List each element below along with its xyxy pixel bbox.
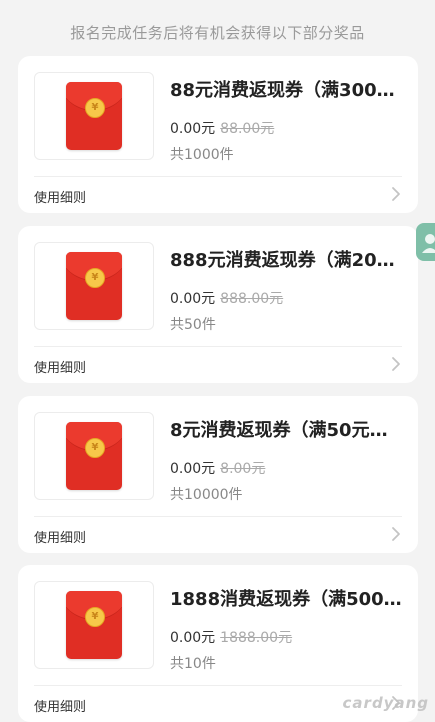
original-price: 88.00元	[220, 121, 275, 137]
prize-card: ¥ 88元消费返现券（满300元可用） 0.00元88.00元 共1000件 使…	[18, 56, 418, 213]
prize-title: 8元消费返现券（满50元可用）	[170, 420, 402, 441]
prize-count: 共10000件	[170, 487, 243, 503]
divider	[34, 346, 402, 347]
original-price: 888.00元	[220, 291, 284, 307]
usage-rules-link[interactable]: 使用细则	[34, 696, 86, 715]
red-packet-icon: ¥	[66, 591, 122, 659]
coin-icon: ¥	[85, 607, 105, 627]
divider	[34, 516, 402, 517]
current-price: 0.00元	[170, 121, 216, 137]
prize-card: ¥ 8元消费返现券（满50元可用） 0.00元 8.00元 共10000件 使用细…	[18, 396, 418, 553]
price-row: 0.00元 8.00元	[170, 458, 265, 478]
usage-rules-link[interactable]: 使用细则	[34, 187, 86, 206]
prize-count: 共50件	[170, 317, 216, 333]
original-price: 8.00元	[220, 461, 266, 477]
prize-count: 共10件	[170, 656, 216, 672]
watermark: cardyang	[342, 694, 429, 712]
red-packet-icon: ¥	[66, 252, 122, 320]
chevron-right-icon[interactable]	[388, 185, 404, 203]
prize-thumbnail: ¥	[34, 242, 154, 330]
current-price: 0.00元	[170, 291, 216, 307]
prize-title: 1888消费返现券（满5000元可用）	[170, 589, 402, 610]
current-price: 0.00元	[170, 630, 216, 646]
usage-rules-link[interactable]: 使用细则	[34, 357, 86, 376]
prize-title: 888元消费返现券（满2000元可用）	[170, 250, 402, 271]
assistant-icon	[422, 234, 435, 253]
divider	[34, 176, 402, 177]
usage-rules-link[interactable]: 使用细则	[34, 527, 86, 546]
prize-count: 共1000件	[170, 147, 234, 163]
prize-list-header: 报名完成任务后将有机会获得以下部分奖品	[70, 24, 365, 42]
coin-icon: ¥	[85, 438, 105, 458]
original-price: 1888.00元	[220, 630, 293, 646]
coin-icon: ¥	[85, 268, 105, 288]
divider	[34, 685, 402, 686]
price-row: 0.00元 88.00元	[170, 118, 274, 138]
floating-side-tab[interactable]	[416, 223, 435, 261]
prize-thumbnail: ¥	[34, 412, 154, 500]
chevron-right-icon[interactable]	[388, 525, 404, 543]
coin-icon: ¥	[85, 98, 105, 118]
price-row: 0.00元 888.00元	[170, 288, 283, 308]
red-packet-icon: ¥	[66, 82, 122, 150]
price-row: 0.00元 1888.00元	[170, 627, 292, 647]
prize-title: 88元消费返现券（满300元可用）	[170, 80, 402, 101]
prize-thumbnail: ¥	[34, 581, 154, 669]
prize-thumbnail: ¥	[34, 72, 154, 160]
current-price: 0.00元	[170, 461, 216, 477]
red-packet-icon: ¥	[66, 422, 122, 490]
prize-card: ¥ 888元消费返现券（满2000元可用） 0.00元888.00元 共50件 …	[18, 226, 418, 383]
chevron-right-icon[interactable]	[388, 355, 404, 373]
